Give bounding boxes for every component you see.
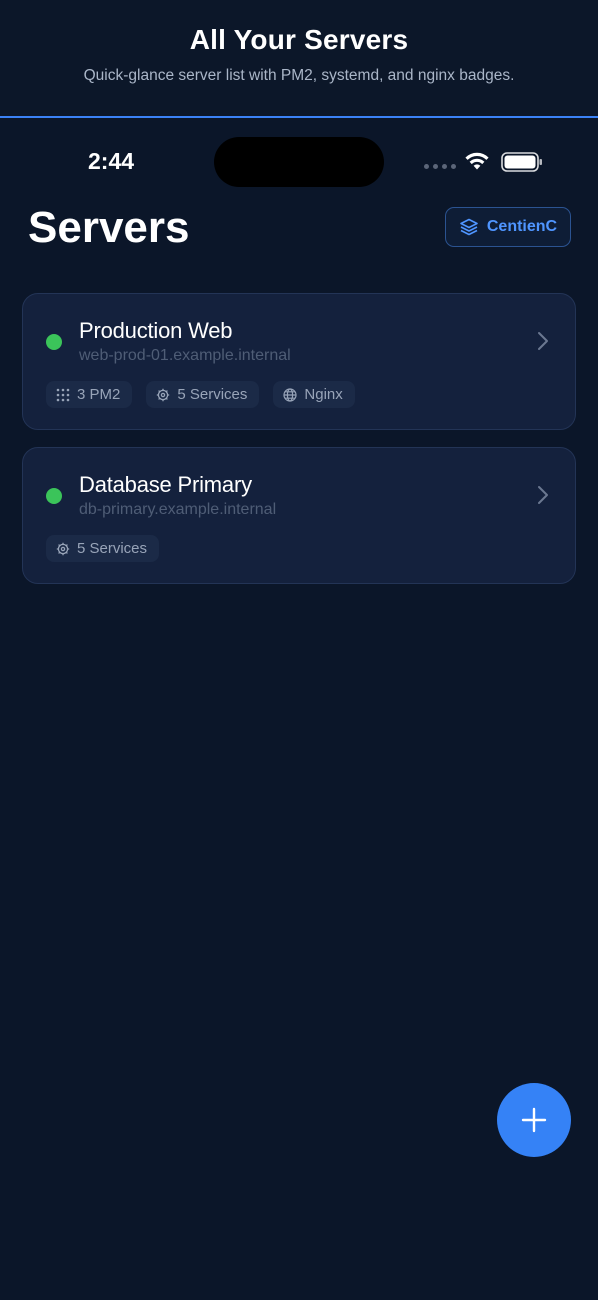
page-title: Servers [28,203,190,252]
badge-label: 5 Services [177,386,248,403]
server-card[interactable]: Production Web web-prod-01.example.inter… [22,293,576,430]
badge-label: 3 PM2 [77,386,121,403]
server-host: web-prod-01.example.internal [79,347,291,364]
promo-subtitle: Quick-glance server list with PM2, syste… [83,67,515,84]
server-name: Database Primary [79,472,252,497]
status-indicator [46,334,62,350]
plus-icon [521,1107,547,1133]
globe-icon [283,387,297,402]
badge-label: 5 Services [77,540,148,557]
add-server-button[interactable] [497,1083,571,1157]
battery-icon [501,152,542,172]
gear-icon [56,542,70,555]
server-badges: 3 PM2 5 Services Nginx [46,381,355,408]
server-name: Production Web [79,318,233,343]
server-badges: 5 Services [46,535,160,562]
chevron-right-icon [538,332,548,350]
promo-title: All Your Servers [189,24,409,55]
app-screen: All Your Servers Quick-glance server lis… [0,0,598,1300]
gear-icon [157,388,170,401]
badge-pm2: 3 PM2 [46,381,133,408]
brand-button[interactable]: CentienC [445,207,571,247]
wifi-icon [465,152,489,170]
server-card[interactable]: Database Primary db-primary.example.inte… [22,447,576,584]
cellular-icon [424,164,456,170]
layers-icon [460,218,478,236]
badge-services: 5 Services [46,535,160,562]
dynamic-island [214,137,384,187]
server-host: db-primary.example.internal [79,501,277,518]
status-time: 2:44 [88,148,135,174]
chevron-right-icon [538,486,548,504]
promo-header: All Your Servers Quick-glance server lis… [0,0,598,118]
brand-button-label: CentienC [486,218,558,235]
badge-nginx: Nginx [273,381,355,408]
grid-icon [56,388,70,401]
badge-label: Nginx [304,386,343,403]
status-indicator [46,488,62,504]
badge-services: 5 Services [146,381,260,408]
